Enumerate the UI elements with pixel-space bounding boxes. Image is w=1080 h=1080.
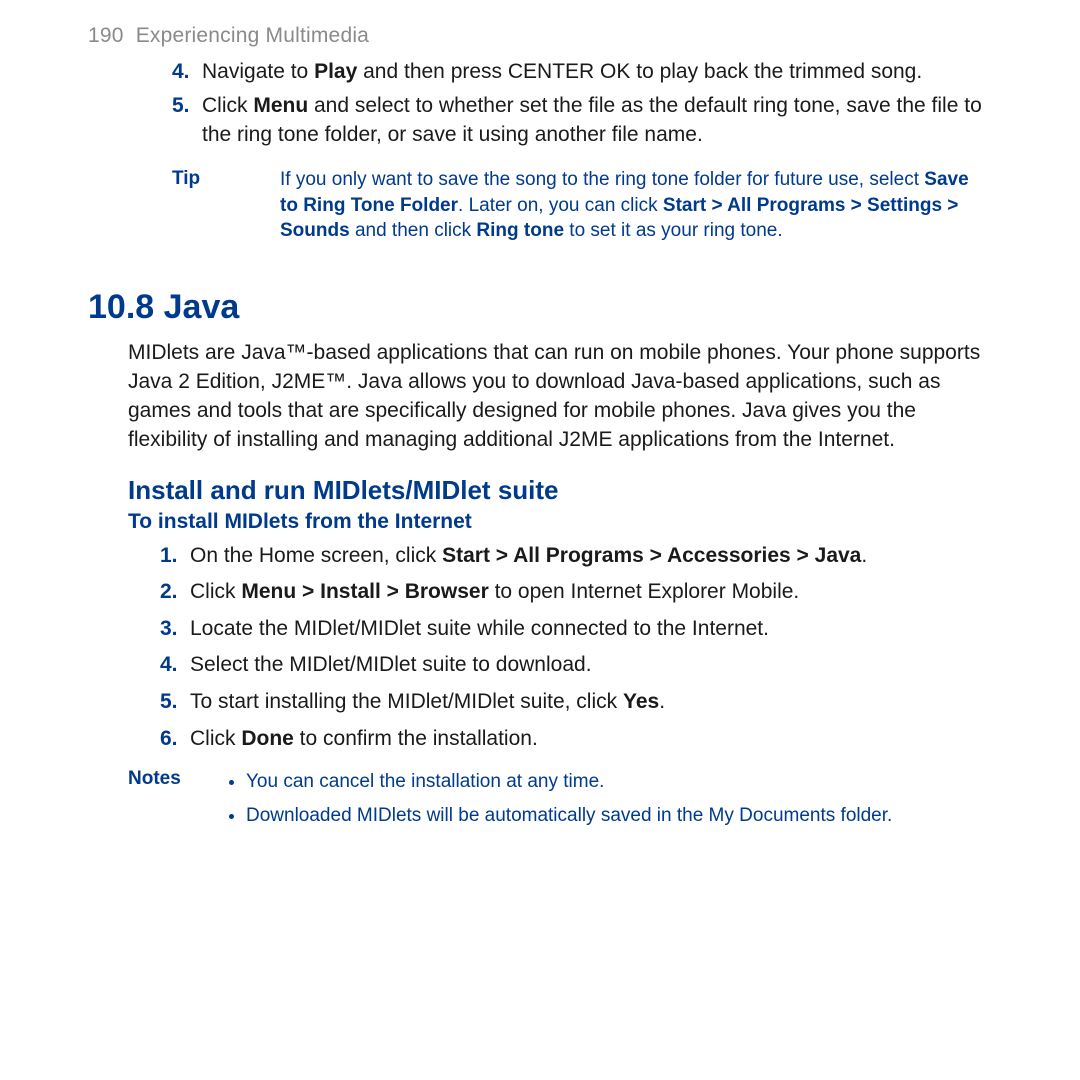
list-number: 4. xyxy=(160,649,190,682)
tip-body: If you only want to save the song to the… xyxy=(280,167,984,244)
notes-item: Downloaded MIDlets will be automatically… xyxy=(246,801,984,830)
section-heading-java: 10.8 Java xyxy=(88,288,984,327)
list-number: 4. xyxy=(172,58,202,86)
install-step: 2.Click Menu > Install > Browser to open… xyxy=(160,576,984,609)
trim-song-steps: 4.Navigate to Play and then press CENTER… xyxy=(88,58,984,149)
running-header: 190 Experiencing Multimedia xyxy=(88,24,984,48)
chapter-title: Experiencing Multimedia xyxy=(136,24,369,47)
list-number: 5. xyxy=(172,92,202,149)
page-number: 190 xyxy=(88,24,124,47)
list-number: 1. xyxy=(160,540,190,573)
list-text: Click Menu > Install > Browser to open I… xyxy=(190,576,984,609)
java-intro-paragraph: MIDlets are Java™-based applications tha… xyxy=(88,339,984,455)
page-root: 190 Experiencing Multimedia 4.Navigate t… xyxy=(0,0,1080,874)
notes-item: You can cancel the installation at any t… xyxy=(246,767,984,796)
install-step: 5.To start installing the MIDlet/MIDlet … xyxy=(160,686,984,719)
notes-label: Notes xyxy=(128,767,228,834)
list-text: Select the MIDlet/MIDlet suite to downlo… xyxy=(190,649,984,682)
list-text: Locate the MIDlet/MIDlet suite while con… xyxy=(190,613,984,646)
install-step: 4.Select the MIDlet/MIDlet suite to down… xyxy=(160,649,984,682)
list-number: 2. xyxy=(160,576,190,609)
notes-callout: Notes You can cancel the installation at… xyxy=(88,767,984,834)
list-text: On the Home screen, click Start > All Pr… xyxy=(190,540,984,573)
install-step: 1.On the Home screen, click Start > All … xyxy=(160,540,984,573)
install-internet-steps: 1.On the Home screen, click Start > All … xyxy=(88,540,984,755)
tip-callout: Tip If you only want to save the song to… xyxy=(88,167,984,244)
task-heading-install-internet: To install MIDlets from the Internet xyxy=(128,510,984,534)
trim-song-step: 4.Navigate to Play and then press CENTER… xyxy=(172,58,984,86)
list-text: Click Menu and select to whether set the… xyxy=(202,92,984,149)
trim-song-step: 5.Click Menu and select to whether set t… xyxy=(172,92,984,149)
subheading-install-run: Install and run MIDlets/MIDlet suite xyxy=(128,475,984,506)
list-text: Navigate to Play and then press CENTER O… xyxy=(202,58,984,86)
install-step: 3.Locate the MIDlet/MIDlet suite while c… xyxy=(160,613,984,646)
list-text: To start installing the MIDlet/MIDlet su… xyxy=(190,686,984,719)
list-number: 3. xyxy=(160,613,190,646)
list-number: 6. xyxy=(160,723,190,756)
tip-label: Tip xyxy=(172,167,280,244)
notes-list: You can cancel the installation at any t… xyxy=(228,767,984,834)
install-step: 6.Click Done to confirm the installation… xyxy=(160,723,984,756)
list-text: Click Done to confirm the installation. xyxy=(190,723,984,756)
list-number: 5. xyxy=(160,686,190,719)
